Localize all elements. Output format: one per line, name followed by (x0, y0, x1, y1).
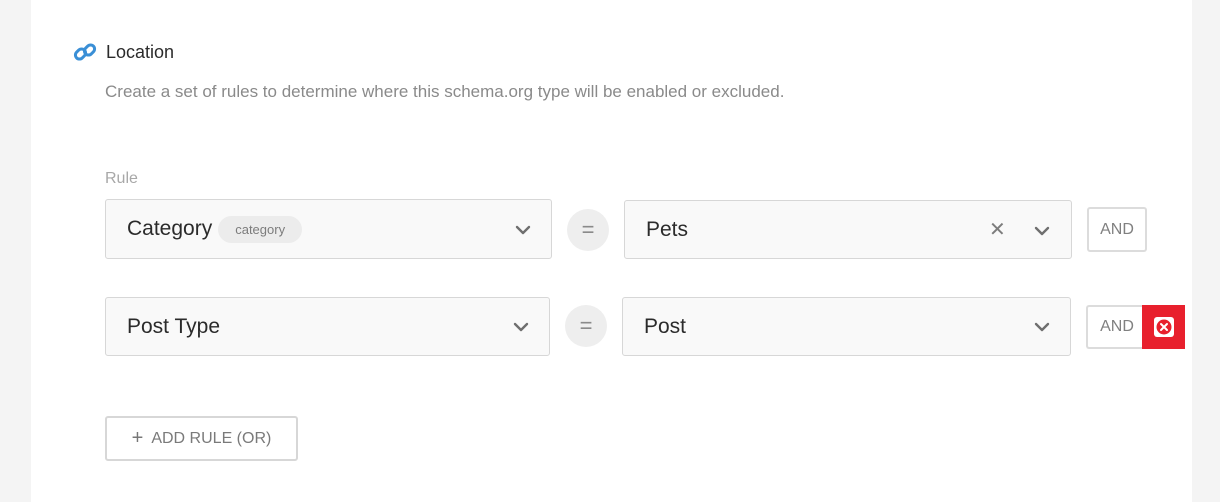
section-title: Location (106, 41, 175, 62)
rule1-field-select[interactable]: Category category (105, 199, 552, 259)
rule2-operator: = (565, 305, 607, 347)
rule1-field-value: Category (127, 217, 213, 240)
rule2-field-value: Post Type (127, 314, 221, 338)
chevron-down-icon (1034, 226, 1050, 236)
rule1-value-select[interactable]: Pets ✕ (624, 200, 1072, 259)
clear-icon[interactable]: ✕ (989, 220, 1006, 240)
rule2-field-select[interactable]: Post Type (105, 297, 550, 356)
rule2-value-select[interactable]: Post (622, 297, 1071, 356)
chevron-down-icon (513, 322, 529, 332)
rule2-and-button[interactable]: AND (1086, 305, 1146, 349)
plus-icon: + (131, 427, 144, 449)
add-rule-or-button[interactable]: + ADD RULE (OR) (105, 416, 298, 461)
add-rule-label: ADD RULE (OR) (151, 429, 272, 447)
chevron-down-icon (1034, 322, 1050, 332)
rule-label: Rule (105, 170, 138, 187)
remove-circle-icon (1153, 317, 1174, 337)
link-icon (73, 43, 97, 61)
remove-rule-button[interactable] (1142, 305, 1185, 349)
rule1-field-tag: category (218, 215, 303, 243)
chevron-down-icon (515, 225, 531, 235)
section-description: Create a set of rules to determine where… (105, 82, 785, 101)
rule1-operator: = (567, 209, 609, 251)
rule1-and-button[interactable]: AND (1087, 207, 1147, 252)
rule2-value: Post (644, 314, 687, 338)
section-header: Location (72, 38, 174, 66)
rule1-value: Pets (646, 217, 689, 241)
